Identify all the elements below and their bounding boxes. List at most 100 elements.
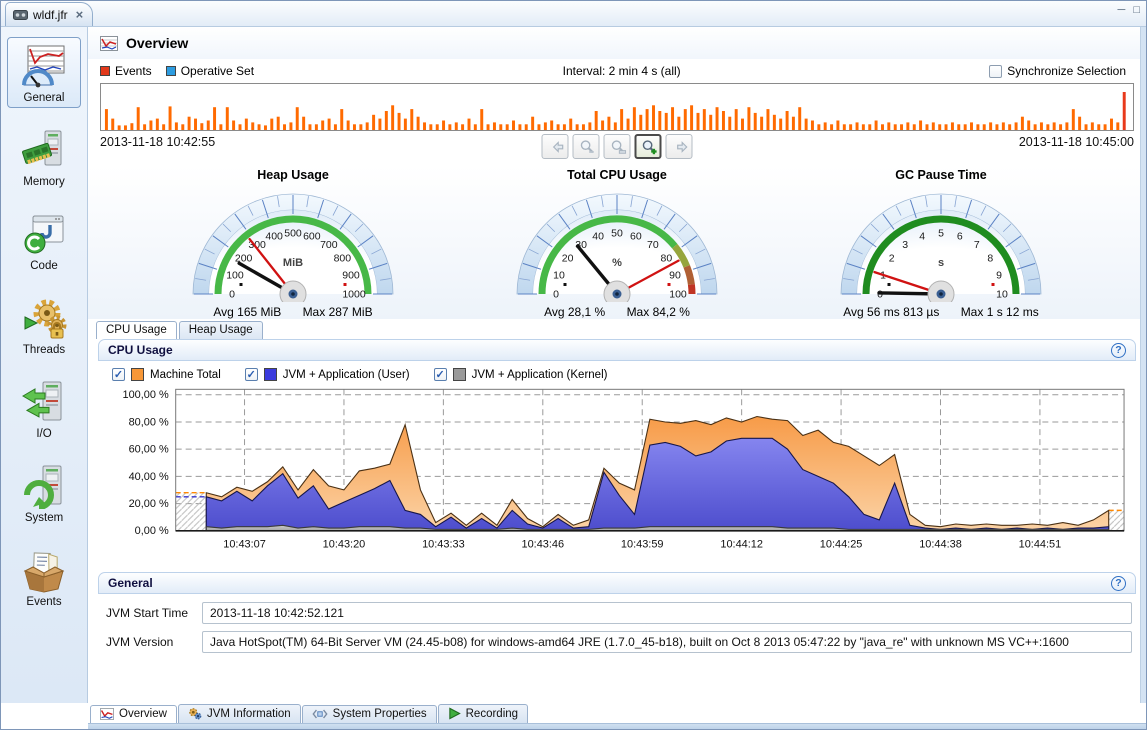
svg-text:400: 400	[265, 230, 283, 242]
sidebar-item-io[interactable]: I/O	[7, 373, 81, 444]
editor-tab-bar: wldf.jfr × ─ □	[1, 1, 1146, 27]
jvm-user-swatch	[264, 368, 277, 381]
navigate-forward-button[interactable]	[666, 134, 693, 159]
detail-tab-folder: CPU Usage Heap Usage	[88, 321, 1146, 339]
zoom-fit-button[interactable]	[604, 134, 631, 159]
synchronize-selection[interactable]: Synchronize Selection	[989, 64, 1134, 78]
zoom-out-button[interactable]	[573, 134, 600, 159]
toggle-jvm-kernel[interactable]: JVM + Application (Kernel)	[434, 368, 608, 381]
svg-text:900: 900	[342, 270, 360, 282]
general-section-title: General	[108, 576, 153, 590]
editor-tab-wldf-jfr[interactable]: wldf.jfr ×	[5, 2, 93, 26]
tab-cpu-usage[interactable]: CPU Usage	[96, 321, 177, 339]
svg-text:100: 100	[669, 289, 687, 301]
cpu-avg-value: Avg 28,1 %	[544, 305, 605, 319]
jvm-kernel-checkbox[interactable]	[434, 368, 447, 381]
jvm-version-field[interactable]: Java HotSpot(TM) 64-Bit Server VM (24.45…	[202, 631, 1132, 653]
sidebar-item-label: Memory	[23, 176, 65, 188]
svg-text:8: 8	[987, 253, 993, 265]
status-strip	[88, 723, 1146, 729]
sidebar-item-label: Code	[30, 260, 58, 272]
editor-tab-title: wldf.jfr	[33, 8, 68, 22]
svg-text:80,00 %: 80,00 %	[129, 416, 169, 428]
sidebar-item-label: General	[24, 92, 65, 104]
machine-total-swatch	[131, 368, 144, 381]
synchronize-selection-label: Synchronize Selection	[1007, 64, 1126, 78]
svg-text:50: 50	[611, 228, 623, 240]
general-section: General ? JVM Start Time 2013-11-18 10:4…	[98, 572, 1136, 666]
machine-total-label: Machine Total	[150, 369, 221, 381]
svg-text:10:44:38: 10:44:38	[919, 539, 962, 551]
tab-recording[interactable]: Recording	[438, 704, 528, 723]
io-icon	[21, 379, 67, 425]
svg-text:4: 4	[919, 230, 925, 242]
svg-text:10:44:51: 10:44:51	[1019, 539, 1062, 551]
tab-overview[interactable]: Overview	[90, 705, 177, 723]
jvm-kernel-label: JVM + Application (Kernel)	[472, 369, 608, 381]
svg-text:10:43:20: 10:43:20	[323, 539, 366, 551]
gc-pause-dial: 012345678910s	[791, 184, 1091, 307]
svg-text:10:43:46: 10:43:46	[522, 539, 565, 551]
sidebar-item-memory[interactable]: Memory	[7, 121, 81, 192]
machine-total-checkbox[interactable]	[112, 368, 125, 381]
threads-icon	[21, 295, 67, 341]
navigate-back-button[interactable]	[542, 134, 569, 159]
svg-text:100,00 %: 100,00 %	[123, 389, 169, 401]
series-toggles: Machine Total JVM + Application (User) J…	[98, 361, 1136, 383]
tab-system-properties[interactable]: System Properties	[302, 705, 437, 723]
jvm-start-time-field[interactable]: 2013-11-18 10:42:52.121	[202, 602, 1132, 624]
legend-operative-set: Operative Set	[166, 64, 254, 78]
sidebar-item-threads[interactable]: Threads	[7, 289, 81, 360]
magnifier-fit-icon	[607, 138, 627, 156]
tab-label: Overview	[119, 708, 167, 720]
legend-operative-set-label: Operative Set	[181, 64, 254, 78]
tab-label: Recording	[466, 708, 518, 720]
tab-jvm-information[interactable]: JVM Information	[178, 704, 301, 723]
tab-label: JVM Information	[207, 708, 291, 720]
svg-text:10:44:12: 10:44:12	[720, 539, 763, 551]
properties-icon	[312, 708, 328, 720]
help-icon[interactable]: ?	[1111, 343, 1126, 358]
svg-text:10:44:25: 10:44:25	[820, 539, 863, 551]
help-icon[interactable]: ?	[1111, 576, 1126, 591]
svg-text:5: 5	[938, 228, 944, 240]
cpu-section-title: CPU Usage	[108, 343, 173, 357]
dial-panel: Heap Usage 01002003004005006007008009001…	[88, 166, 1146, 319]
cpu-usage-chart[interactable]: 100,00 %80,00 %60,00 %40,00 %20,00 %0,00…	[98, 383, 1136, 566]
svg-text:MiB: MiB	[283, 257, 303, 269]
jfr-file-icon	[13, 9, 28, 21]
svg-text:10:43:33: 10:43:33	[422, 539, 465, 551]
sidebar-item-system[interactable]: System	[7, 457, 81, 528]
toggle-machine-total[interactable]: Machine Total	[112, 368, 221, 381]
svg-text:0,00 %: 0,00 %	[135, 525, 169, 537]
toggle-jvm-user[interactable]: JVM + Application (User)	[245, 368, 410, 381]
synchronize-selection-checkbox[interactable]	[989, 65, 1002, 78]
svg-text:500: 500	[284, 228, 302, 240]
gc-pause-gauge: GC Pause Time 012345678910s Avg 56 ms 81…	[791, 168, 1091, 319]
jvm-user-label: JVM + Application (User)	[283, 369, 410, 381]
jvm-user-checkbox[interactable]	[245, 368, 258, 381]
heap-usage-dial: 01002003004005006007008009001000MiB	[143, 184, 443, 307]
cpu-usage-section: CPU Usage ? Machine Total JVM + Applicat…	[98, 339, 1136, 566]
sidebar-item-label: Threads	[23, 344, 65, 356]
overview-icon	[100, 36, 118, 51]
close-icon[interactable]: ×	[76, 10, 84, 20]
tab-heap-usage[interactable]: Heap Usage	[179, 321, 263, 339]
svg-text:800: 800	[334, 253, 352, 265]
zoom-in-button[interactable]	[635, 134, 662, 159]
sidebar-item-general[interactable]: General	[7, 37, 81, 108]
maximize-icon[interactable]: □	[1133, 4, 1140, 16]
heap-usage-gauge: Heap Usage 01002003004005006007008009001…	[143, 168, 443, 319]
sidebar-item-events[interactable]: Events	[7, 541, 81, 612]
timeline-start-time: 2013-11-18 10:42:55	[100, 135, 215, 149]
svg-text:3: 3	[902, 239, 908, 251]
operative-set-swatch	[166, 66, 176, 76]
event-timeline[interactable]	[100, 83, 1134, 131]
minimize-icon[interactable]: ─	[1118, 4, 1126, 16]
events-swatch	[100, 66, 110, 76]
sidebar-item-code[interactable]: Code	[7, 205, 81, 276]
svg-text:10:43:59: 10:43:59	[621, 539, 664, 551]
gauge-title: GC Pause Time	[791, 168, 1091, 182]
svg-text:20: 20	[562, 253, 574, 265]
arrow-right-icon	[669, 138, 689, 156]
